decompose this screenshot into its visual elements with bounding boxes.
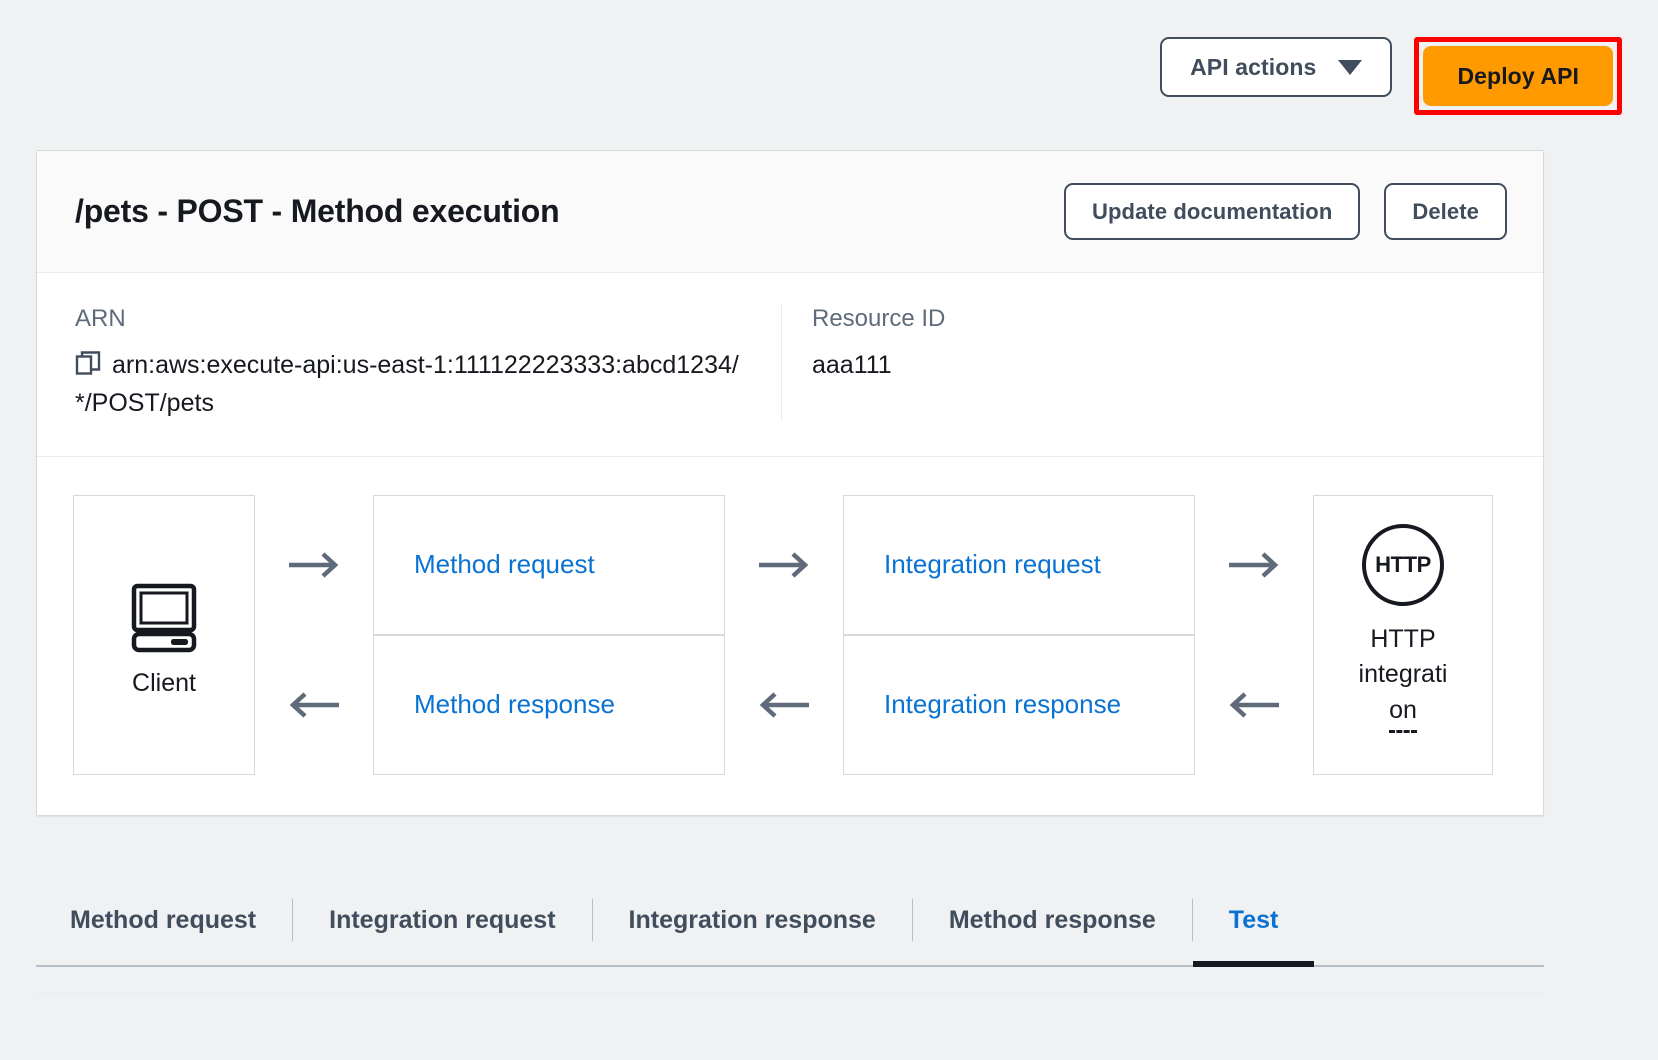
page-title: /pets - POST - Method execution (75, 193, 560, 229)
copy-icon[interactable] (75, 350, 101, 387)
chevron-down-icon (1338, 59, 1363, 75)
update-documentation-button[interactable]: Update documentation (1064, 183, 1361, 240)
method-response-link[interactable]: Method response (414, 689, 615, 720)
tab-method-request[interactable]: Method request (36, 875, 292, 965)
method-column: Method request Method response (373, 494, 725, 775)
tab-integration-request[interactable]: Integration request (293, 875, 591, 965)
arrow-column-2 (725, 495, 843, 775)
arrow-right-icon (757, 495, 811, 635)
http-label-line1: HTTP (1370, 624, 1436, 653)
deploy-api-highlight-box: Deploy API (1414, 37, 1622, 115)
method-detail-tabs: Method request Integration request Integ… (36, 875, 1544, 994)
arn-value: arn:aws:execute-api:us-east-1:1111222233… (75, 350, 739, 418)
client-node: Client (73, 494, 255, 775)
api-actions-label: API actions (1190, 53, 1317, 80)
arn-field: ARN arn:aws:execute-api:us-east-1:111122… (37, 305, 782, 422)
arrow-column-3 (1195, 495, 1313, 775)
arrow-left-icon (287, 635, 341, 775)
http-badge-icon: HTTP (1362, 523, 1444, 606)
card-header: /pets - POST - Method execution Update d… (37, 151, 1543, 273)
http-label-line2: integrati (1358, 660, 1448, 689)
integration-response-link[interactable]: Integration response (884, 689, 1121, 720)
method-request-node[interactable]: Method request (373, 494, 725, 635)
arrow-left-icon (1227, 635, 1281, 775)
top-action-bar: API actions Deploy API (0, 0, 1658, 150)
method-info-row: ARN arn:aws:execute-api:us-east-1:111122… (37, 273, 1543, 457)
integration-request-link[interactable]: Integration request (884, 549, 1101, 580)
arn-label: ARN (75, 305, 126, 332)
client-label: Client (132, 668, 196, 697)
method-execution-card: /pets - POST - Method execution Update d… (36, 150, 1544, 816)
method-execution-flow-diagram: Client Method request Method response In… (37, 457, 1543, 815)
resource-id-label: Resource ID (812, 305, 946, 332)
tab-test[interactable]: Test (1192, 875, 1315, 967)
card-header-actions: Update documentation Delete (1064, 183, 1507, 240)
arrow-right-icon (1227, 495, 1281, 635)
deploy-api-button[interactable]: Deploy API (1423, 46, 1613, 106)
http-integration-node: HTTP HTTP integrati on (1313, 494, 1493, 775)
delete-button[interactable]: Delete (1384, 183, 1507, 240)
arrow-column-1 (255, 495, 373, 775)
desktop-computer-icon (121, 572, 207, 663)
tab-integration-response[interactable]: Integration response (593, 875, 912, 965)
api-actions-button[interactable]: API actions (1160, 37, 1393, 97)
content-divider (36, 993, 1544, 994)
arn-value-row: arn:aws:execute-api:us-east-1:1111222233… (75, 348, 743, 422)
tab-method-response[interactable]: Method response (913, 875, 1192, 965)
http-integration-label: HTTP integrati on (1341, 622, 1466, 734)
integration-request-node[interactable]: Integration request (843, 494, 1195, 635)
tab-list: Method request Integration request Integ… (36, 875, 1544, 967)
arrow-left-icon (757, 635, 811, 775)
method-response-node[interactable]: Method response (373, 634, 725, 775)
integration-column: Integration request Integration response (843, 494, 1195, 775)
resource-id-field: Resource ID aaa111 (782, 305, 983, 422)
resource-id-value: aaa111 (812, 350, 892, 379)
integration-response-node[interactable]: Integration response (843, 634, 1195, 775)
method-request-link[interactable]: Method request (414, 549, 595, 580)
http-label-line3: on (1389, 693, 1417, 734)
arrow-right-icon (287, 495, 341, 635)
